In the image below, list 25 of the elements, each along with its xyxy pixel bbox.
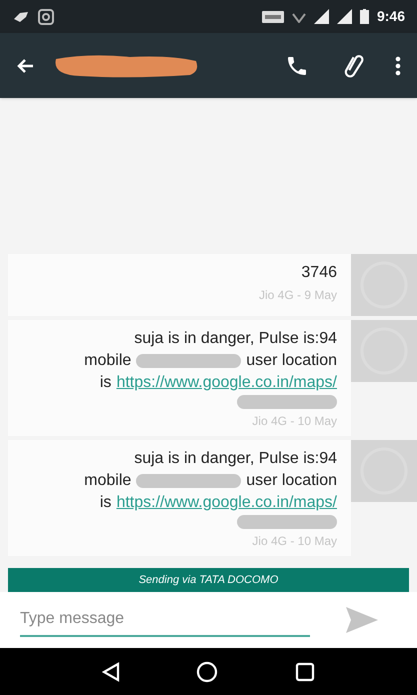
signal-icon bbox=[314, 9, 329, 24]
message-text: is bbox=[100, 373, 112, 393]
maps-link[interactable]: https://www.google.co.in/maps/ bbox=[116, 372, 337, 394]
more-icon[interactable] bbox=[395, 56, 401, 76]
message-text: user location bbox=[246, 471, 337, 491]
message-text: mobile bbox=[84, 471, 132, 491]
maps-link[interactable]: https://www.google.co.in/maps/ bbox=[116, 492, 337, 514]
avatar-icon bbox=[351, 254, 417, 316]
sending-banner: Sending via TATA DOCOMO bbox=[8, 568, 409, 592]
recents-nav-icon[interactable] bbox=[294, 662, 315, 682]
message-text: mobile bbox=[84, 351, 132, 371]
avatar-icon bbox=[351, 440, 417, 502]
clock-time: 9:46 bbox=[376, 7, 405, 26]
message-text: is bbox=[100, 493, 112, 513]
battery-icon bbox=[360, 9, 369, 24]
signal-icon bbox=[336, 9, 352, 24]
message-text: 3746 bbox=[301, 263, 337, 283]
camera-icon bbox=[38, 8, 54, 24]
message-text: suja is in danger, Pulse is:94 bbox=[134, 449, 337, 469]
avatar-icon bbox=[351, 320, 417, 382]
back-nav-icon[interactable] bbox=[102, 662, 120, 682]
back-icon[interactable] bbox=[16, 58, 34, 74]
message-text: suja is in danger, Pulse is:94 bbox=[134, 329, 337, 349]
message-text: user location bbox=[246, 351, 337, 371]
home-nav-icon[interactable] bbox=[196, 660, 218, 682]
